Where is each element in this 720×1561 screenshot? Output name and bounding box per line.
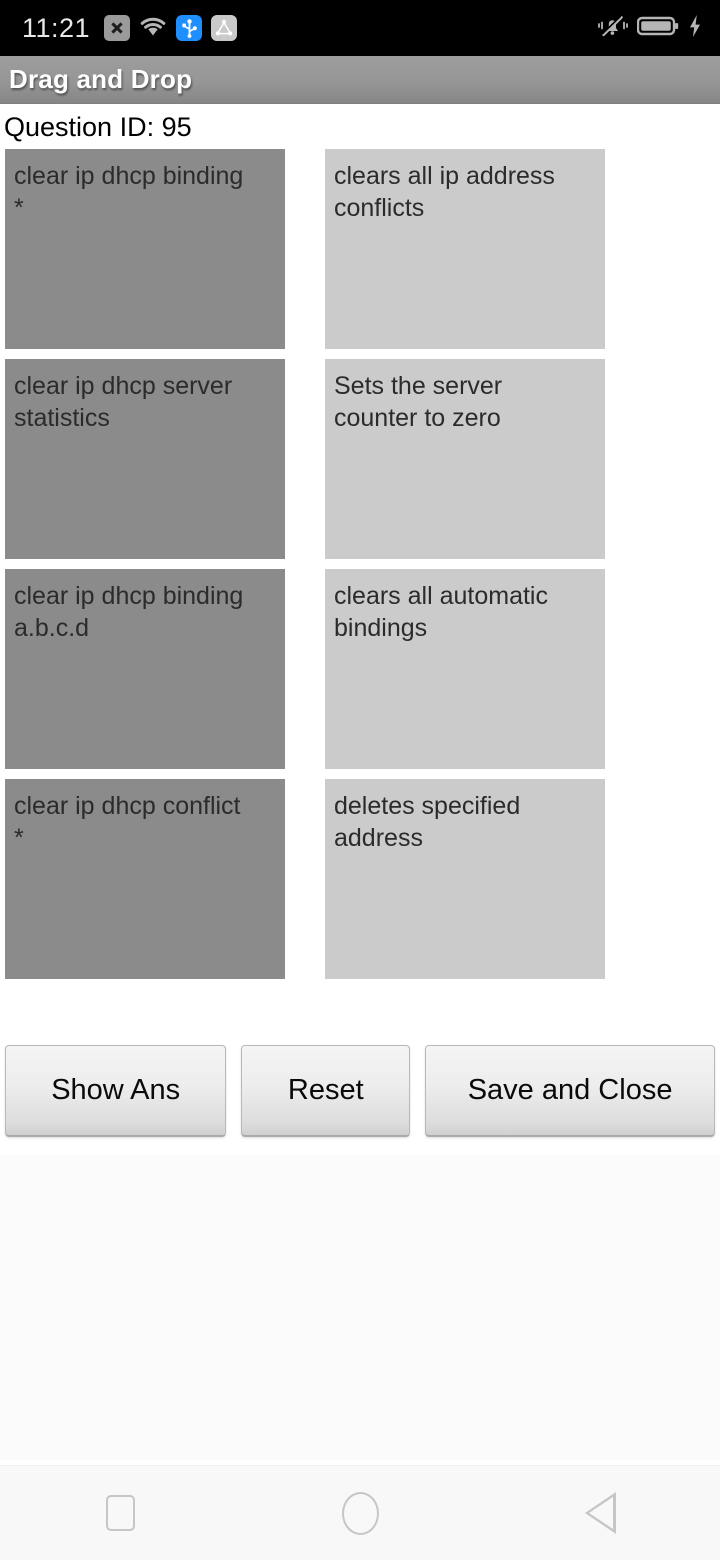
- status-right-icon-group: [598, 14, 702, 43]
- adb-debug-icon: [211, 15, 238, 41]
- page-title: Drag and Drop: [9, 64, 193, 94]
- drag-and-drop-area: clear ip dhcp binding * clears all ip ad…: [0, 149, 720, 980]
- nav-back-button[interactable]: [540, 1466, 660, 1561]
- wifi-icon: [139, 15, 167, 42]
- drop-target-definition-tile[interactable]: Sets the server counter to zero: [325, 359, 605, 560]
- charging-bolt-icon: [688, 14, 702, 43]
- nav-home-button[interactable]: [300, 1466, 420, 1561]
- draggable-term-tile[interactable]: clear ip dhcp conflict *: [5, 779, 285, 980]
- draggable-term-tile[interactable]: clear ip dhcp server statistics: [5, 359, 285, 560]
- triangle-left-icon: [584, 1492, 616, 1534]
- app-title-bar: Drag and Drop: [0, 56, 720, 104]
- status-clock: 11:21: [22, 12, 91, 43]
- question-id-label: Question ID: 95: [4, 112, 192, 142]
- dnd-row: clear ip dhcp conflict * deletes specifi…: [5, 779, 720, 980]
- dnd-row: clear ip dhcp binding a.b.c.d clears all…: [5, 569, 720, 770]
- empty-content-pane: [0, 1155, 720, 1460]
- drop-target-definition-tile[interactable]: clears all automatic bindings: [325, 569, 605, 770]
- reset-button[interactable]: Reset: [241, 1045, 411, 1138]
- draggable-term-tile[interactable]: clear ip dhcp binding *: [5, 149, 285, 350]
- status-bar: 11:21: [0, 0, 720, 56]
- status-left-icon-group: [104, 15, 238, 42]
- draggable-term-tile[interactable]: clear ip dhcp binding a.b.c.d: [5, 569, 285, 770]
- drop-target-definition-tile[interactable]: deletes specified address: [325, 779, 605, 980]
- drop-target-definition-tile[interactable]: clears all ip address conflicts: [325, 149, 605, 350]
- system-navigation-bar: [0, 1465, 720, 1560]
- show-answer-button[interactable]: Show Ans: [5, 1045, 227, 1138]
- usb-icon: [176, 15, 203, 41]
- dnd-row: clear ip dhcp binding * clears all ip ad…: [5, 149, 720, 350]
- action-button-bar: Show Ans Reset Save and Close: [0, 989, 720, 1138]
- nav-recents-button[interactable]: [60, 1466, 180, 1561]
- battery-icon: [636, 14, 679, 43]
- square-icon: [105, 1495, 135, 1531]
- dnd-row: clear ip dhcp server statistics Sets the…: [5, 359, 720, 560]
- sim-disabled-icon: [104, 15, 131, 41]
- vibrate-mute-icon: [598, 14, 628, 43]
- save-and-close-button[interactable]: Save and Close: [425, 1045, 715, 1138]
- circle-icon: [341, 1491, 379, 1535]
